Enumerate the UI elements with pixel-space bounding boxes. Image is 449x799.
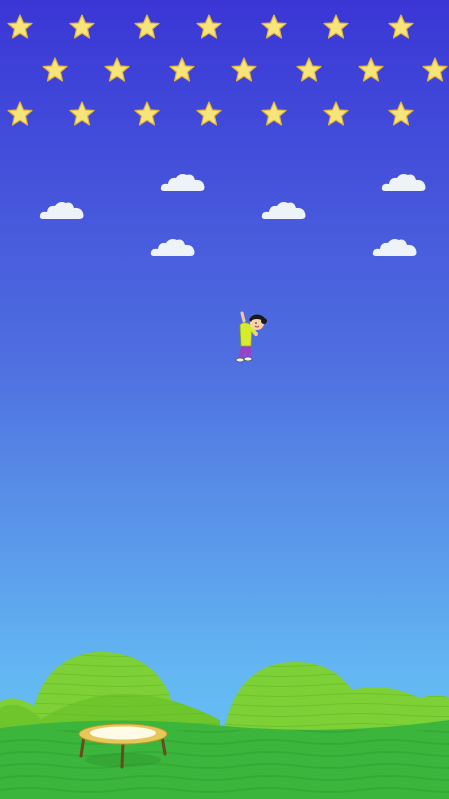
cloud-icon[interactable] <box>160 171 206 193</box>
game-canvas[interactable] <box>0 0 449 799</box>
star-icon[interactable] <box>42 57 68 83</box>
star-icon[interactable] <box>196 14 222 40</box>
star-icon[interactable] <box>7 101 33 127</box>
star-icon[interactable] <box>323 101 349 127</box>
star-icon[interactable] <box>169 57 195 83</box>
star-icon[interactable] <box>196 101 222 127</box>
star-icon[interactable] <box>134 14 160 40</box>
star-icon[interactable] <box>261 14 287 40</box>
star-icon[interactable] <box>388 101 414 127</box>
star-icon[interactable] <box>231 57 257 83</box>
star-icon[interactable] <box>134 101 160 127</box>
star-icon[interactable] <box>422 57 448 83</box>
star-icon[interactable] <box>261 101 287 127</box>
trampoline-icon[interactable] <box>76 720 170 772</box>
cloud-icon[interactable] <box>381 171 427 193</box>
cloud-icon[interactable] <box>372 236 418 258</box>
star-icon[interactable] <box>388 14 414 40</box>
star-icon[interactable] <box>323 14 349 40</box>
grass-hills <box>0 651 449 799</box>
cloud-icon[interactable] <box>39 199 85 221</box>
jumping-kid-icon[interactable] <box>230 311 270 367</box>
star-icon[interactable] <box>296 57 322 83</box>
star-icon[interactable] <box>69 14 95 40</box>
cloud-icon[interactable] <box>150 236 196 258</box>
cloud-icon[interactable] <box>261 199 307 221</box>
star-icon[interactable] <box>69 101 95 127</box>
star-icon[interactable] <box>7 14 33 40</box>
star-icon[interactable] <box>104 57 130 83</box>
star-icon[interactable] <box>358 57 384 83</box>
